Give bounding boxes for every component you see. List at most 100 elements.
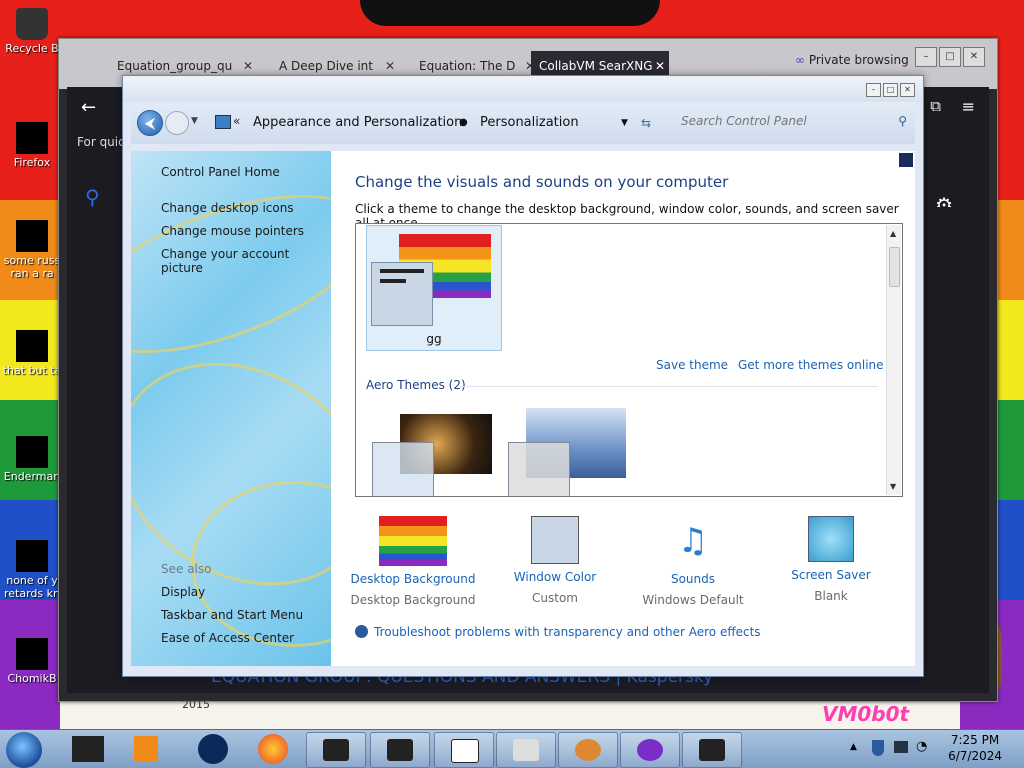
tab-label: A Deep Dive int — [279, 59, 373, 73]
desktop-icon-recycle-bin[interactable]: Recycle B — [0, 8, 64, 55]
search-input[interactable] — [675, 110, 887, 132]
maximize-button[interactable]: □ — [939, 47, 961, 67]
link-change-desktop-icons[interactable]: Change desktop icons — [161, 201, 294, 215]
breadcrumb-personalization[interactable]: Personalization — [480, 102, 579, 144]
search-icon[interactable]: ⚲ — [898, 114, 907, 128]
page-title: Change the visuals and sounds on your co… — [355, 173, 729, 191]
setting-desktop-background[interactable]: Desktop Background Desktop Background — [343, 516, 483, 607]
link-change-account-picture[interactable]: Change your account picture — [161, 247, 331, 275]
archive-7z-icon — [451, 739, 479, 763]
vm-signature: VM0b0t — [822, 702, 910, 726]
scroll-thumb[interactable] — [889, 247, 900, 287]
minimize-button[interactable]: – — [866, 83, 881, 97]
theme-list-scrollbar[interactable]: ▲ ▼ — [886, 225, 901, 495]
shield-icon[interactable] — [872, 740, 884, 756]
file-icon — [16, 540, 48, 572]
desktop-icon-label: Recycle B — [5, 42, 59, 55]
setting-title: Sounds — [670, 572, 716, 586]
back-arrow-icon[interactable]: ← — [81, 97, 96, 118]
scroll-up-icon[interactable]: ▲ — [890, 229, 896, 238]
taskbar: ▲ ◔ 7:25 PM 6/7/2024 — [0, 729, 1024, 768]
taskbar-item[interactable] — [496, 732, 556, 768]
desktop-icon-firefox[interactable]: Firefox — [0, 122, 64, 169]
close-button[interactable]: ✕ — [900, 83, 915, 97]
window-titlebar: – □ ✕ — [123, 76, 923, 102]
theme-list: gg Save theme Get more themes online Aer… — [355, 223, 903, 497]
history-dropdown-icon[interactable]: ▼ — [191, 116, 198, 126]
control-panel-icon — [215, 115, 231, 129]
desktop-icon-file[interactable]: some russ ran a ra — [0, 220, 64, 280]
setting-screen-saver[interactable]: Screen Saver Blank — [761, 516, 901, 603]
link-change-mouse-pointers[interactable]: Change mouse pointers — [161, 224, 304, 238]
menu-icon[interactable]: ≡ — [962, 97, 975, 116]
setting-window-color[interactable]: Window Color Custom — [485, 516, 625, 605]
taskbar-item[interactable] — [620, 732, 680, 768]
desktop-icon-label: that but ta — [2, 364, 62, 377]
scroll-down-icon[interactable]: ▼ — [890, 482, 896, 491]
page-year-text: 2015 — [182, 698, 210, 711]
breadcrumb-appearance[interactable]: Appearance and Personalization — [253, 102, 462, 144]
refresh-icon[interactable]: ⇆ — [641, 102, 651, 144]
forward-button[interactable] — [165, 111, 189, 135]
troubleshoot-link[interactable]: Troubleshoot problems with transparency … — [355, 625, 761, 639]
file-icon — [16, 220, 48, 252]
setting-title: Screen Saver — [791, 568, 871, 582]
link-taskbar-start-menu[interactable]: Taskbar and Start Menu — [161, 608, 303, 622]
window-controls: – □ ✕ — [866, 83, 915, 97]
taskbar-item[interactable] — [370, 732, 430, 768]
breadcrumb-separator-icon[interactable]: ● — [459, 102, 468, 144]
theme-window-preview — [371, 262, 433, 326]
window-icon — [699, 739, 725, 761]
extensions-icon[interactable]: ⧉ — [930, 97, 941, 115]
volume-icon[interactable]: ◔ — [916, 739, 927, 754]
personalization-main: Change the visuals and sounds on your co… — [331, 151, 915, 666]
desktop-background-icon — [379, 516, 447, 566]
tray-expand-icon[interactable]: ▲ — [850, 742, 857, 752]
firefox-icon — [16, 122, 48, 154]
taskbar-item[interactable] — [682, 732, 742, 768]
link-control-panel-home[interactable]: Control Panel Home — [161, 165, 280, 179]
taskbar-item[interactable] — [558, 732, 618, 768]
clock-time: 7:25 PM — [950, 733, 1000, 747]
troubleshoot-label: Troubleshoot problems with transparency … — [374, 625, 761, 639]
search-icon[interactable]: ⚲ — [85, 185, 100, 209]
personalization-window: – □ ✕ ⮜ ▼ « Appearance and Personalizati… — [122, 75, 924, 677]
taskbar-item[interactable] — [434, 732, 494, 768]
setting-sounds[interactable]: ♫ Sounds Windows Default — [623, 516, 763, 607]
address-bar: ⮜ ▼ « Appearance and Personalization ● P… — [131, 102, 915, 144]
aero-themes-header: Aero Themes (2) — [366, 378, 466, 392]
media-player-icon[interactable] — [134, 736, 158, 762]
link-display[interactable]: Display — [161, 585, 205, 599]
help-icon[interactable] — [899, 153, 913, 167]
clock[interactable]: 7:25 PM 6/7/2024 — [948, 732, 1002, 764]
aero-window-preview — [508, 442, 570, 496]
breadcrumb-overflow-icon[interactable]: « — [233, 114, 240, 128]
taskbar-item[interactable] — [306, 732, 366, 768]
save-theme-link[interactable]: Save theme — [656, 358, 728, 372]
setting-value: Desktop Background — [350, 593, 476, 607]
clock-date: 6/7/2024 — [948, 749, 1002, 763]
private-mask-icon — [637, 739, 663, 761]
desktop-icon-chomik[interactable]: ChomikB — [0, 638, 64, 685]
maximize-button[interactable]: □ — [883, 83, 898, 97]
desktop-icon-shortcut[interactable]: that but ta — [0, 330, 64, 377]
desktop-icon-label: none of y retards kn — [4, 574, 60, 600]
back-button[interactable]: ⮜ — [137, 110, 163, 136]
firefox-icon[interactable] — [258, 734, 288, 764]
address-dropdown-icon[interactable]: ▼ — [621, 102, 628, 144]
recycle-bin-icon — [16, 8, 48, 40]
minimize-button[interactable]: – — [915, 47, 937, 67]
network-icon[interactable] — [894, 741, 908, 753]
start-button[interactable] — [6, 732, 42, 768]
desktop-icon-label: Firefox — [13, 156, 51, 169]
desktop-icon-enderman[interactable]: Enderman — [0, 436, 64, 483]
setting-value: Blank — [814, 589, 848, 603]
get-more-themes-link[interactable]: Get more themes online — [738, 358, 884, 372]
taskbar-app-icon[interactable] — [72, 736, 104, 762]
link-ease-of-access[interactable]: Ease of Access Center — [161, 631, 294, 645]
desktop-icon-file-2[interactable]: none of y retards kn — [0, 540, 64, 600]
theme-item-gg[interactable]: gg — [366, 225, 502, 351]
setting-title: Window Color — [513, 570, 597, 584]
close-button[interactable]: ✕ — [963, 47, 985, 67]
globe-icon[interactable] — [198, 734, 228, 764]
